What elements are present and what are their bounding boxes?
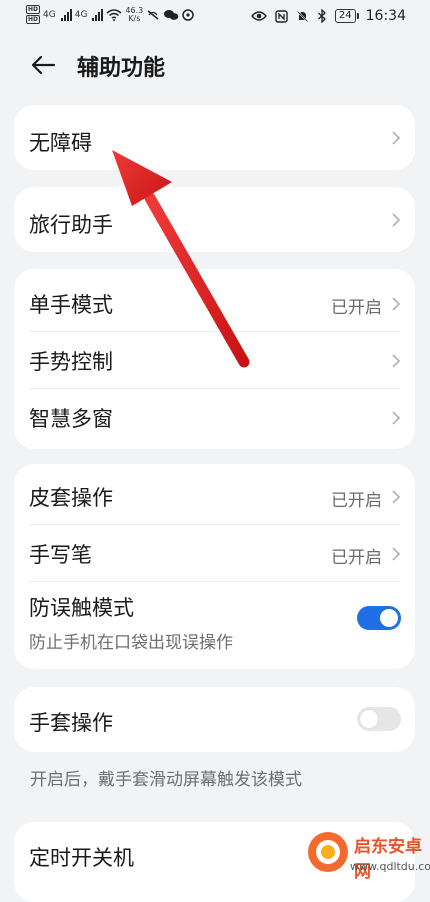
chevron-right-icon (392, 354, 401, 368)
toggle-knob (380, 609, 398, 627)
watermark: 启东安卓网 www.qdltdu.com (300, 826, 430, 890)
network-type-1: 4G (43, 9, 56, 20)
cover-operation-label: 皮套操作 (29, 486, 113, 510)
one-hand-mode-row[interactable]: 单手模式 已开启 (14, 275, 415, 332)
glove-operation-toggle[interactable] (357, 707, 401, 731)
page-title: 辅助功能 (77, 56, 166, 81)
silent-icon (296, 10, 308, 22)
hd-badge-2: HD (26, 15, 41, 24)
stylus-row[interactable]: 手写笔 已开启 (14, 525, 415, 582)
glove-hint-text: 开启后，戴手套滑动屏幕触发该模式 (30, 770, 302, 790)
accessibility-row[interactable]: 无障碍 (14, 105, 415, 170)
glove-operation-row[interactable]: 手套操作 (14, 687, 415, 752)
stylus-status: 已开启 (331, 548, 382, 568)
clock: 16:34 (365, 8, 406, 24)
hd-badge-1: HD (26, 5, 41, 14)
top-app-bar: 辅助功能 (0, 34, 430, 94)
anti-mistouch-toggle[interactable] (357, 606, 401, 630)
signal-icon-1 (60, 8, 72, 21)
card-glove-operation: 手套操作 (14, 687, 415, 752)
chevron-right-icon (392, 213, 401, 227)
network-type-2: 4G (74, 9, 88, 20)
anti-mistouch-row[interactable]: 防误触模式 防止手机在口袋出现误操作 (14, 582, 415, 662)
watermark-name: 启东安卓网 (354, 837, 422, 882)
anti-mistouch-description: 防止手机在口袋出现误操作 (29, 633, 233, 653)
bluetooth-icon (317, 9, 326, 23)
card-interaction-group: 单手模式 已开启 手势控制 智慧多窗 (14, 269, 415, 449)
gesture-control-row[interactable]: 手势控制 (14, 332, 415, 389)
watermark-url: www.qdltdu.com (350, 860, 430, 873)
chevron-right-icon (392, 297, 401, 311)
smart-multi-window-row[interactable]: 智慧多窗 (14, 389, 415, 446)
cover-operation-status: 已开启 (331, 491, 382, 511)
eye-icon (250, 11, 267, 21)
wechat-icon (164, 9, 179, 20)
one-hand-mode-status: 已开启 (331, 298, 382, 318)
arrow-left-icon (31, 55, 56, 75)
back-button[interactable] (26, 48, 60, 82)
network-speed: 46.3 K/s (125, 5, 144, 23)
chevron-right-icon (392, 411, 401, 425)
card-travel-assistant: 旅行助手 (14, 187, 415, 252)
cover-operation-row[interactable]: 皮套操作 已开启 (14, 468, 415, 525)
anti-mistouch-label: 防误触模式 (29, 596, 134, 620)
travel-assistant-label: 旅行助手 (29, 213, 113, 237)
status-left: HD HD 4G 4G 46.3 K/s (26, 5, 194, 24)
travel-assistant-row[interactable]: 旅行助手 (14, 187, 415, 252)
chevron-right-icon (392, 547, 401, 561)
smart-multi-window-label: 智慧多窗 (29, 407, 113, 431)
watermark-logo (308, 832, 348, 872)
gesture-control-label: 手势控制 (29, 350, 113, 374)
card-accessibility: 无障碍 (14, 105, 415, 170)
scheduled-power-label: 定时开关机 (29, 846, 134, 870)
accessibility-label: 无障碍 (29, 131, 92, 155)
chevron-right-icon (392, 131, 401, 145)
nfc-icon (275, 9, 288, 23)
wifi-icon (106, 8, 122, 21)
mute-icon (147, 9, 159, 20)
stylus-label: 手写笔 (29, 543, 92, 567)
card-protection-group: 皮套操作 已开启 手写笔 已开启 防误触模式 防止手机在口袋出现误操作 (14, 464, 415, 669)
chevron-right-icon (392, 490, 401, 504)
signal-icon-2 (92, 8, 104, 21)
toggle-knob (360, 710, 378, 728)
battery-icon: 24 (334, 9, 359, 23)
app-notification-icon (182, 8, 194, 21)
one-hand-mode-label: 单手模式 (29, 293, 113, 317)
glove-operation-label: 手套操作 (29, 711, 113, 735)
status-right: 24 16:34 (250, 8, 406, 24)
status-bar: HD HD 4G 4G 46.3 K/s 24 16:34 (0, 0, 430, 34)
